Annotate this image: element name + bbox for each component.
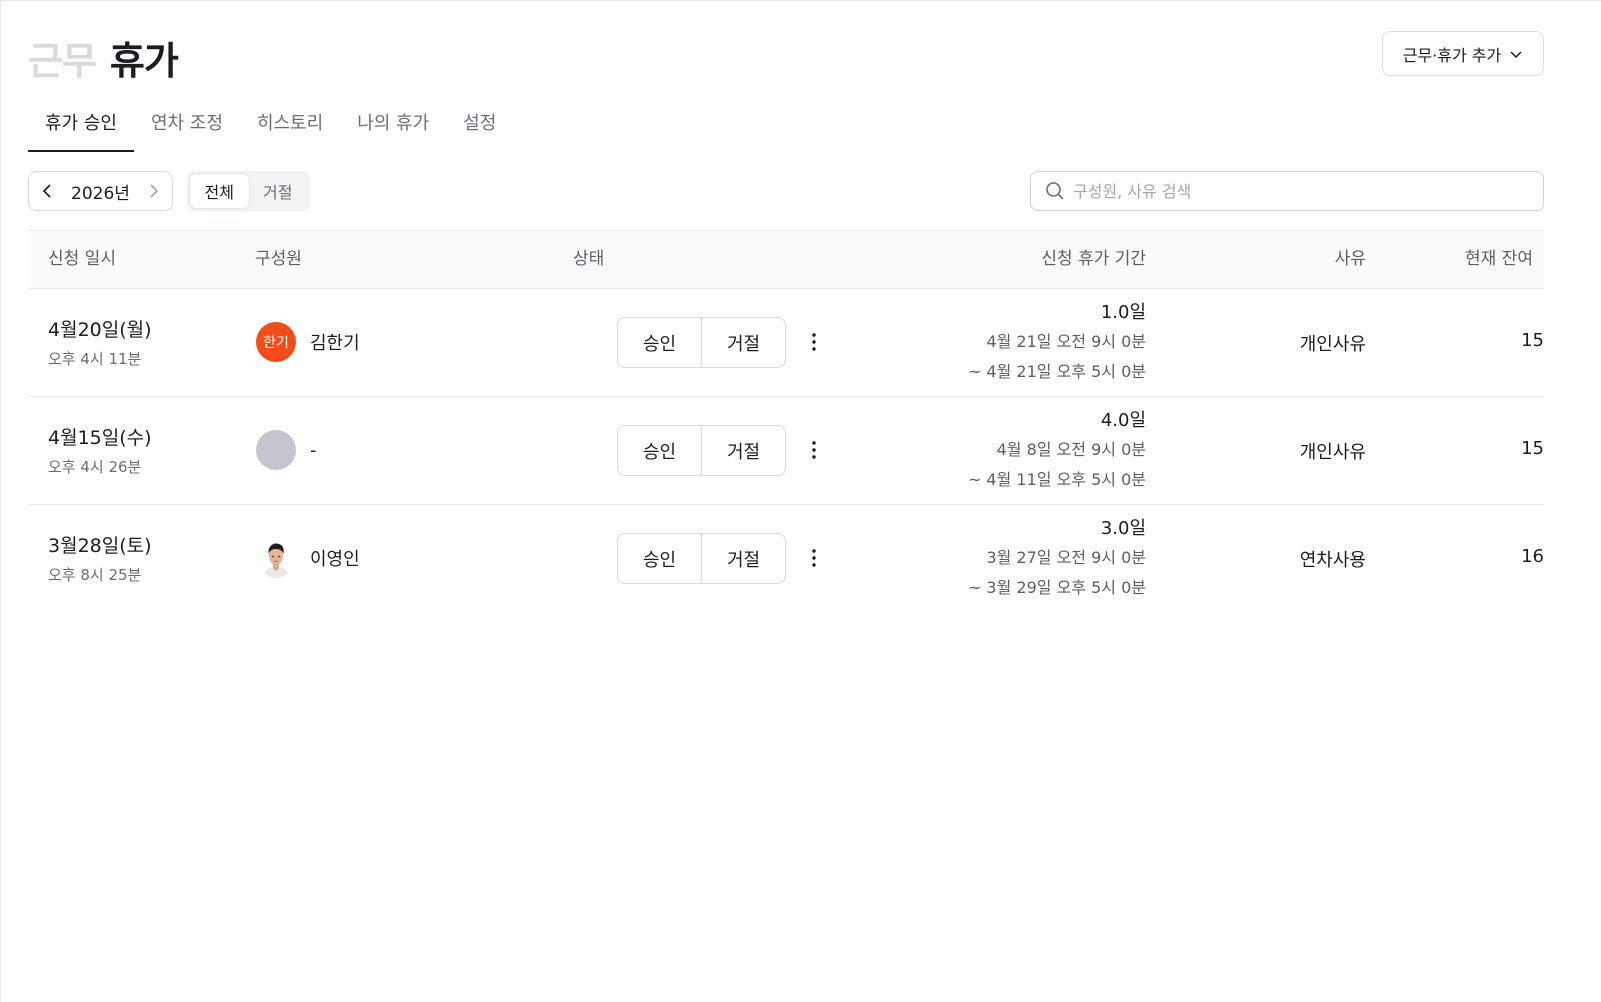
reject-button[interactable]: 거절 [701, 534, 785, 583]
tab-my-leave[interactable]: 나의 휴가 [340, 110, 446, 152]
request-time: 오후 4시 26분 [48, 458, 142, 476]
leave-reason: 연차사용 [1299, 550, 1366, 571]
request-datetime: 4월15일(수) 오후 4시 26분 [48, 423, 152, 477]
chevron-down-icon [1510, 50, 1522, 58]
avatar [256, 430, 296, 470]
add-work-leave-label: 근무·휴가 추가 [1402, 45, 1502, 65]
remaining-leave: 15 [1521, 330, 1544, 351]
more-options-icon[interactable] [804, 327, 824, 357]
column-status: 상태 [573, 249, 605, 269]
leave-start: 4월 21일 오전 9시 0분 [986, 332, 1146, 351]
search-box [1030, 171, 1544, 211]
year-selector: 2026년 [28, 171, 173, 211]
leave-period: 4.0일 4월 8일 오전 9시 0분 ~ 4월 11일 오후 5시 0분 [846, 407, 1146, 495]
remaining-leave: 15 [1521, 438, 1544, 459]
leave-days: 1.0일 [1100, 302, 1146, 323]
leave-reason: 개인사유 [1299, 442, 1366, 463]
leave-period: 3.0일 3월 27일 오전 9시 0분 ~ 3월 29일 오후 5시 0분 [846, 515, 1146, 603]
approve-button[interactable]: 승인 [618, 426, 701, 475]
request-date: 3월28일(토) [48, 535, 152, 557]
request-datetime: 4월20일(월) 오후 4시 11분 [48, 315, 152, 369]
leave-end: ~ 3월 29일 오후 5시 0분 [967, 578, 1146, 597]
member-cell: 한기 김한기 [256, 322, 360, 362]
reject-button[interactable]: 거절 [701, 426, 785, 475]
tab-bar: 휴가 승인 연차 조정 히스토리 나의 휴가 설정 [28, 110, 513, 152]
leave-days: 4.0일 [1100, 410, 1146, 431]
leave-reason: 개인사유 [1299, 334, 1366, 355]
more-options-icon[interactable] [804, 543, 824, 573]
status-filter: 전체 거절 [187, 171, 310, 211]
title-leave-tab[interactable]: 휴가 [110, 39, 179, 83]
reject-button[interactable]: 거절 [701, 318, 785, 367]
leave-end: ~ 4월 21일 오후 5시 0분 [967, 362, 1146, 381]
page-title: 근무 휴가 [28, 30, 179, 85]
tab-settings[interactable]: 설정 [446, 110, 513, 152]
more-options-icon[interactable] [804, 435, 824, 465]
member-cell: 이영인 [256, 538, 360, 578]
column-leave-period: 신청 휴가 기간 [1041, 249, 1146, 269]
leave-period: 1.0일 4월 21일 오전 9시 0분 ~ 4월 21일 오후 5시 0분 [846, 299, 1146, 387]
remaining-leave: 16 [1521, 546, 1544, 567]
column-request-date: 신청 일시 [48, 249, 116, 269]
tab-annual-adjustment[interactable]: 연차 조정 [134, 110, 240, 152]
filter-all[interactable]: 전체 [190, 174, 249, 208]
chevron-right-icon[interactable] [148, 184, 160, 198]
column-member: 구성원 [255, 249, 302, 269]
approve-button[interactable]: 승인 [618, 534, 701, 583]
tab-leave-approval[interactable]: 휴가 승인 [28, 110, 134, 152]
search-input[interactable] [1073, 181, 1503, 201]
leave-days: 3.0일 [1100, 518, 1146, 539]
leave-start: 3월 27일 오전 9시 0분 [986, 548, 1146, 567]
request-time: 오후 8시 25분 [48, 566, 142, 584]
column-reason: 사유 [1334, 249, 1366, 269]
request-date: 4월15일(수) [48, 427, 152, 449]
avatar: 한기 [256, 322, 296, 362]
action-buttons: 승인 거절 [617, 533, 786, 584]
avatar [256, 538, 296, 578]
leave-end: ~ 4월 11일 오후 5시 0분 [967, 470, 1146, 489]
request-datetime: 3월28일(토) 오후 8시 25분 [48, 531, 152, 585]
approve-button[interactable]: 승인 [618, 318, 701, 367]
person-photo-icon [256, 538, 296, 578]
member-name: 이영인 [310, 549, 360, 570]
filter-rejected[interactable]: 거절 [249, 174, 308, 208]
year-label: 2026년 [71, 183, 130, 204]
member-name: - [310, 439, 317, 461]
request-date: 4월20일(월) [48, 319, 152, 341]
table-row[interactable]: 4월15일(수) 오후 4시 26분 - 승인 거절 4.0일 4월 8일 오전… [28, 397, 1544, 505]
action-buttons: 승인 거절 [617, 317, 786, 368]
member-name: 김한기 [310, 333, 360, 354]
title-work-tab[interactable]: 근무 [28, 39, 97, 83]
add-work-leave-button[interactable]: 근무·휴가 추가 [1382, 31, 1544, 76]
chevron-left-icon[interactable] [41, 184, 53, 198]
tab-history[interactable]: 히스토리 [240, 110, 340, 152]
request-time: 오후 4시 11분 [48, 350, 142, 368]
table-header: 신청 일시 구성원 상태 신청 휴가 기간 사유 현재 잔여 [28, 230, 1544, 289]
table-row[interactable]: 4월20일(월) 오후 4시 11분 한기 김한기 승인 거절 1.0일 4월 … [28, 289, 1544, 397]
search-icon [1046, 182, 1064, 200]
leave-start: 4월 8일 오전 9시 0분 [996, 440, 1146, 459]
action-buttons: 승인 거절 [617, 425, 786, 476]
member-cell: - [256, 430, 317, 470]
table-row[interactable]: 3월28일(토) 오후 8시 25분 이영인 승인 거절 3.0일 3월 27일… [28, 505, 1544, 613]
column-remaining: 현재 잔여 [1465, 249, 1533, 269]
